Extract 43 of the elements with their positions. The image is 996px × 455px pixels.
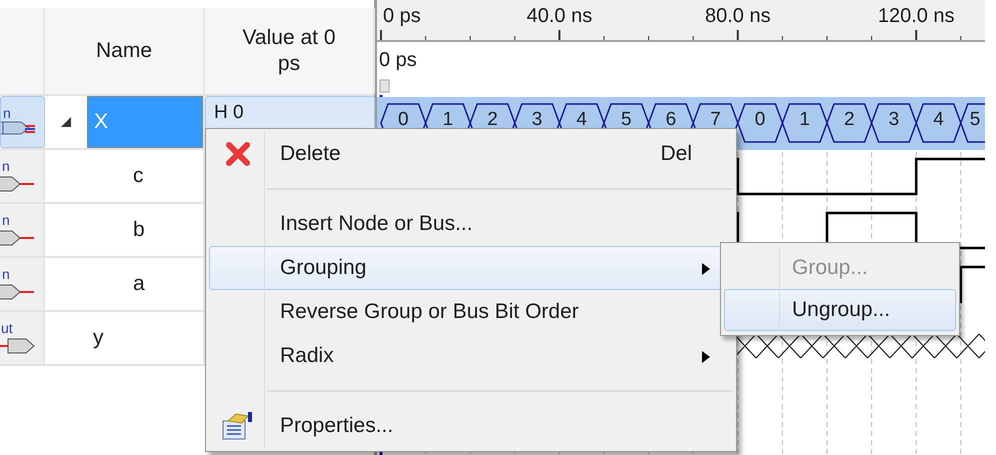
tick-label: 40.0 ns [526,5,592,27]
collapse-arrow-icon[interactable] [61,117,71,127]
bus-value: 4 [933,109,944,130]
bus-value: 5 [621,109,632,130]
bus-value: 0 [398,109,409,130]
bus-value: 2 [487,109,498,130]
signal-name[interactable]: b [127,204,145,256]
bus-value: 6 [666,109,676,130]
bus-value: 3 [888,109,900,130]
bus-value: 4 [576,109,587,130]
bus-value: 1 [799,109,810,130]
tick-label: 0 ps [383,5,421,27]
submenu-arrow-icon [702,350,710,363]
tick-label: 120.0 ns [878,5,955,27]
menu-item[interactable]: Insert Node or Bus... [209,202,733,246]
pin-label: n [3,106,11,120]
menu-item: Group... [791,255,869,282]
bus-value: 1 [442,109,454,130]
cursor-handle[interactable] [380,80,390,92]
bus-value: 7 [710,109,721,130]
bus-value: 5 [970,109,980,130]
menu-item[interactable]: Radix [209,334,733,378]
menu-item[interactable]: Delete Del [209,132,733,176]
column-header[interactable]: Name [96,38,152,64]
menu-item[interactable]: Properties... [209,404,733,448]
submenu-arrow-icon [702,262,710,275]
pin-label: n [2,267,10,281]
signal-name[interactable]: y [87,312,104,364]
pin-label: ut [1,321,13,335]
bus-value: 3 [532,109,542,130]
delete-icon [225,141,251,167]
cursor-time-label: 0 ps [379,49,417,71]
tick-label: 80.0 ns [705,5,771,27]
signal-value: H 0 [214,103,244,122]
column-header[interactable]: Value at 0 ps [234,24,344,78]
menu-item[interactable]: Ungroup... [724,289,956,331]
signal-name[interactable]: c [127,150,144,202]
bus-value: 2 [844,109,855,130]
document-icon [222,411,254,441]
signal-name[interactable]: a [127,258,145,310]
bus-value: 0 [754,109,766,130]
pin-label: n [2,159,10,173]
pin-label: n [2,213,10,227]
